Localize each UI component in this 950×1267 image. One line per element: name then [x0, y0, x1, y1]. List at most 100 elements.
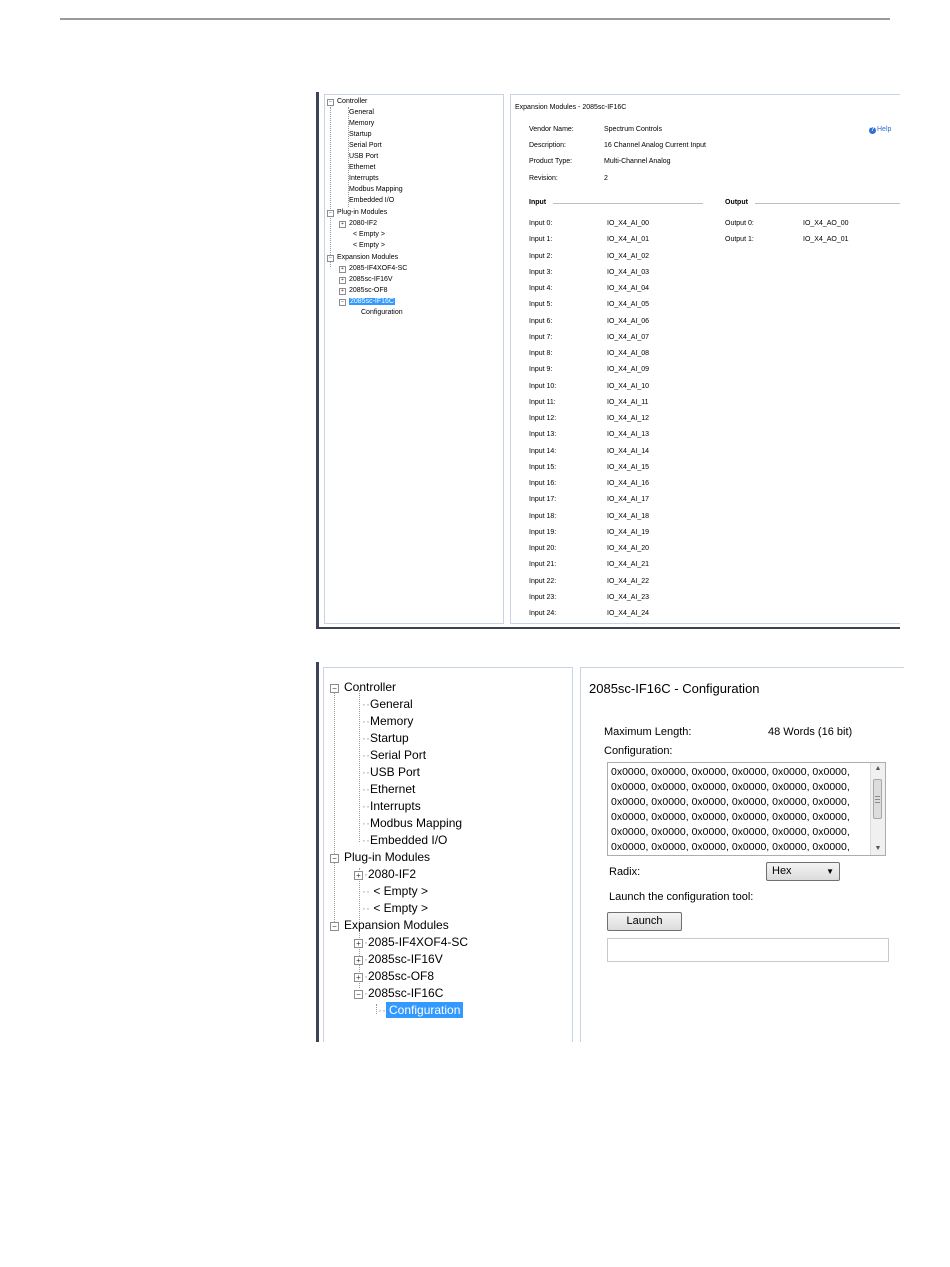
tree-node-expansion-modules[interactable]: Expansion Modules [344, 918, 449, 933]
tree-item-memory[interactable]: ··Memory [362, 714, 413, 729]
vendor-label: Vendor Name: [529, 126, 574, 133]
tree-item-label[interactable]: 2085sc-IF16V [368, 952, 443, 966]
tree-item-ethernet[interactable]: Ethernet [349, 163, 375, 172]
tree-item-usb-port[interactable]: USB Port [349, 152, 378, 161]
selected-label[interactable]: Configuration [386, 1002, 464, 1018]
radix-select[interactable]: Hex ▼ [766, 862, 840, 881]
configuration-line[interactable]: 0x0000, 0x0000, 0x0000, 0x0000, 0x0000, … [611, 810, 850, 825]
configuration-line[interactable]: 0x0000, 0x0000, 0x0000, 0x0000, 0x0000, … [611, 780, 850, 795]
tree-item-label[interactable]: Modbus Mapping [370, 816, 462, 830]
configuration-line[interactable]: 0x0000, 0x0000, 0x0000, 0x0000, 0x0000, … [611, 765, 850, 780]
input-tag-value: IO_X4_AI_13 [607, 431, 650, 439]
collapse-icon[interactable]: − [327, 99, 334, 106]
tree-item-embedded-io[interactable]: ··Embedded I/O [362, 833, 447, 848]
vertical-scrollbar[interactable]: ▲ ▼ [870, 763, 885, 855]
screenshot-expansion-module-overview: − Controller General Memory Startup Seri… [316, 92, 900, 629]
tree-node-expansion-modules[interactable]: Expansion Modules [337, 253, 398, 262]
tree-node-controller[interactable]: Controller [344, 680, 396, 695]
tree-item-modbus-mapping[interactable]: ··Modbus Mapping [362, 816, 462, 831]
tree-item-configuration-selected[interactable]: ·· Configuration [378, 1002, 464, 1018]
tree-item-label[interactable]: General [370, 697, 413, 711]
tree-item-label[interactable]: Embedded I/O [370, 833, 447, 847]
scroll-up-icon[interactable]: ▲ [871, 763, 885, 775]
tree-item-2085sc-of8[interactable]: ·2085sc-OF8 [364, 969, 434, 984]
tree-item-usb-port[interactable]: ··USB Port [362, 765, 420, 780]
expand-icon[interactable]: + [339, 266, 346, 273]
collapse-icon[interactable]: − [327, 210, 334, 217]
input-tag-value: IO_X4_AI_10 [607, 382, 650, 390]
help-link[interactable]: ? Help [869, 125, 891, 134]
tree-item-interrupts[interactable]: ··Interrupts [362, 799, 421, 814]
configuration-line[interactable]: 0x0000, 0x0000, 0x0000, 0x0000, 0x0000, … [611, 825, 850, 840]
configuration-textarea[interactable]: 0x0000, 0x0000, 0x0000, 0x0000, 0x0000, … [607, 762, 886, 856]
tree-item-empty-slot[interactable]: < Empty > [353, 230, 385, 239]
tree-item-empty-slot[interactable]: ·· < Empty > [362, 901, 428, 916]
tree-item-empty-slot[interactable]: ·· < Empty > [362, 884, 428, 899]
tree-item-label[interactable]: 2080-IF2 [368, 867, 416, 881]
tree-item-label[interactable]: 2085sc-OF8 [368, 969, 434, 983]
tree-item-ethernet[interactable]: ··Ethernet [362, 782, 415, 797]
tree-item-label[interactable]: < Empty > [373, 884, 428, 898]
input-tag-value: IO_X4_AI_09 [607, 366, 650, 374]
configuration-line[interactable]: 0x0000, 0x0000, 0x0000, 0x0000, 0x0000, … [611, 840, 850, 855]
help-icon[interactable]: ? [869, 127, 876, 134]
tree-item-interrupts[interactable]: Interrupts [349, 174, 379, 183]
collapse-icon[interactable]: − [330, 684, 339, 693]
configuration-line[interactable]: 0x0000, 0x0000, 0x0000, 0x0000, 0x0000, … [611, 795, 850, 810]
tree-item-label[interactable]: Serial Port [370, 748, 426, 762]
tree-item-2085sc-if16v[interactable]: ·2085sc-IF16V [364, 952, 443, 967]
expand-icon[interactable]: + [339, 221, 346, 228]
tree-item-label[interactable]: < Empty > [373, 901, 428, 915]
launch-status-field[interactable] [607, 938, 889, 962]
tree-item-label[interactable]: 2085-IF4XOF4-SC [368, 935, 468, 949]
collapse-icon[interactable]: − [327, 255, 334, 262]
scrollbar-thumb[interactable] [873, 779, 882, 819]
tree-item-configuration[interactable]: Configuration [361, 308, 403, 317]
tree-item-label[interactable]: Ethernet [370, 782, 415, 796]
tree-item-modbus-mapping[interactable]: Modbus Mapping [349, 185, 403, 194]
tree-item-general[interactable]: General [349, 108, 374, 117]
expand-icon[interactable]: + [354, 973, 363, 982]
expand-icon[interactable]: + [354, 956, 363, 965]
expand-icon[interactable]: + [339, 288, 346, 295]
tree-item-2080-if2[interactable]: 2080-IF2 [349, 219, 377, 228]
tree-item-label[interactable]: USB Port [370, 765, 420, 779]
tree-item-serial-port[interactable]: Serial Port [349, 141, 382, 150]
tree-item-embedded-io[interactable]: Embedded I/O [349, 196, 394, 205]
radix-selected-value[interactable]: Hex [772, 865, 792, 877]
expand-icon[interactable]: + [354, 939, 363, 948]
expand-icon[interactable]: + [354, 871, 363, 880]
dropdown-arrow-icon[interactable]: ▼ [826, 863, 834, 880]
tree-item-2085sc-of8[interactable]: 2085sc-OF8 [349, 286, 388, 295]
tree-node-plugin-modules[interactable]: Plug-in Modules [344, 850, 430, 865]
tree-item-label[interactable]: Memory [370, 714, 413, 728]
collapse-icon[interactable]: − [339, 299, 346, 306]
radix-label: Radix: [609, 866, 641, 878]
tree-item-startup[interactable]: Startup [349, 130, 372, 139]
expand-icon[interactable]: + [339, 277, 346, 284]
selected-label[interactable]: 2085sc-IF16C [349, 298, 395, 305]
tree-item-general[interactable]: ··General [362, 697, 413, 712]
collapse-icon[interactable]: − [330, 922, 339, 931]
tree-node-controller[interactable]: Controller [337, 97, 367, 106]
tree-node-plugin-modules[interactable]: Plug-in Modules [337, 208, 387, 217]
scroll-down-icon[interactable]: ▼ [871, 843, 885, 855]
help-label[interactable]: Help [877, 126, 891, 133]
tree-item-2085sc-if16c[interactable]: ·2085sc-IF16C [364, 986, 443, 1001]
tree-item-memory[interactable]: Memory [349, 119, 374, 128]
tree-item-label[interactable]: Startup [370, 731, 409, 745]
launch-button[interactable]: Launch [607, 912, 682, 931]
tree-item-startup[interactable]: ··Startup [362, 731, 409, 746]
collapse-icon[interactable]: − [354, 990, 363, 999]
panel-title: Expansion Modules - 2085sc-IF16C [515, 104, 627, 111]
tree-item-empty-slot[interactable]: < Empty > [353, 241, 385, 250]
tree-item-2085sc-if16c-selected[interactable]: 2085sc-IF16C [349, 297, 395, 306]
tree-item-2085sc-if16v[interactable]: 2085sc-IF16V [349, 275, 393, 284]
tree-item-2085-if4xof4-sc[interactable]: 2085-IF4XOF4-SC [349, 264, 407, 273]
collapse-icon[interactable]: − [330, 854, 339, 863]
tree-item-label[interactable]: Interrupts [370, 799, 421, 813]
tree-item-label[interactable]: 2085sc-IF16C [368, 986, 443, 1000]
tree-item-2080-if2[interactable]: ·2080-IF2 [364, 867, 416, 882]
tree-item-serial-port[interactable]: ··Serial Port [362, 748, 426, 763]
tree-item-2085-if4xof4-sc[interactable]: ·2085-IF4XOF4-SC [364, 935, 468, 950]
